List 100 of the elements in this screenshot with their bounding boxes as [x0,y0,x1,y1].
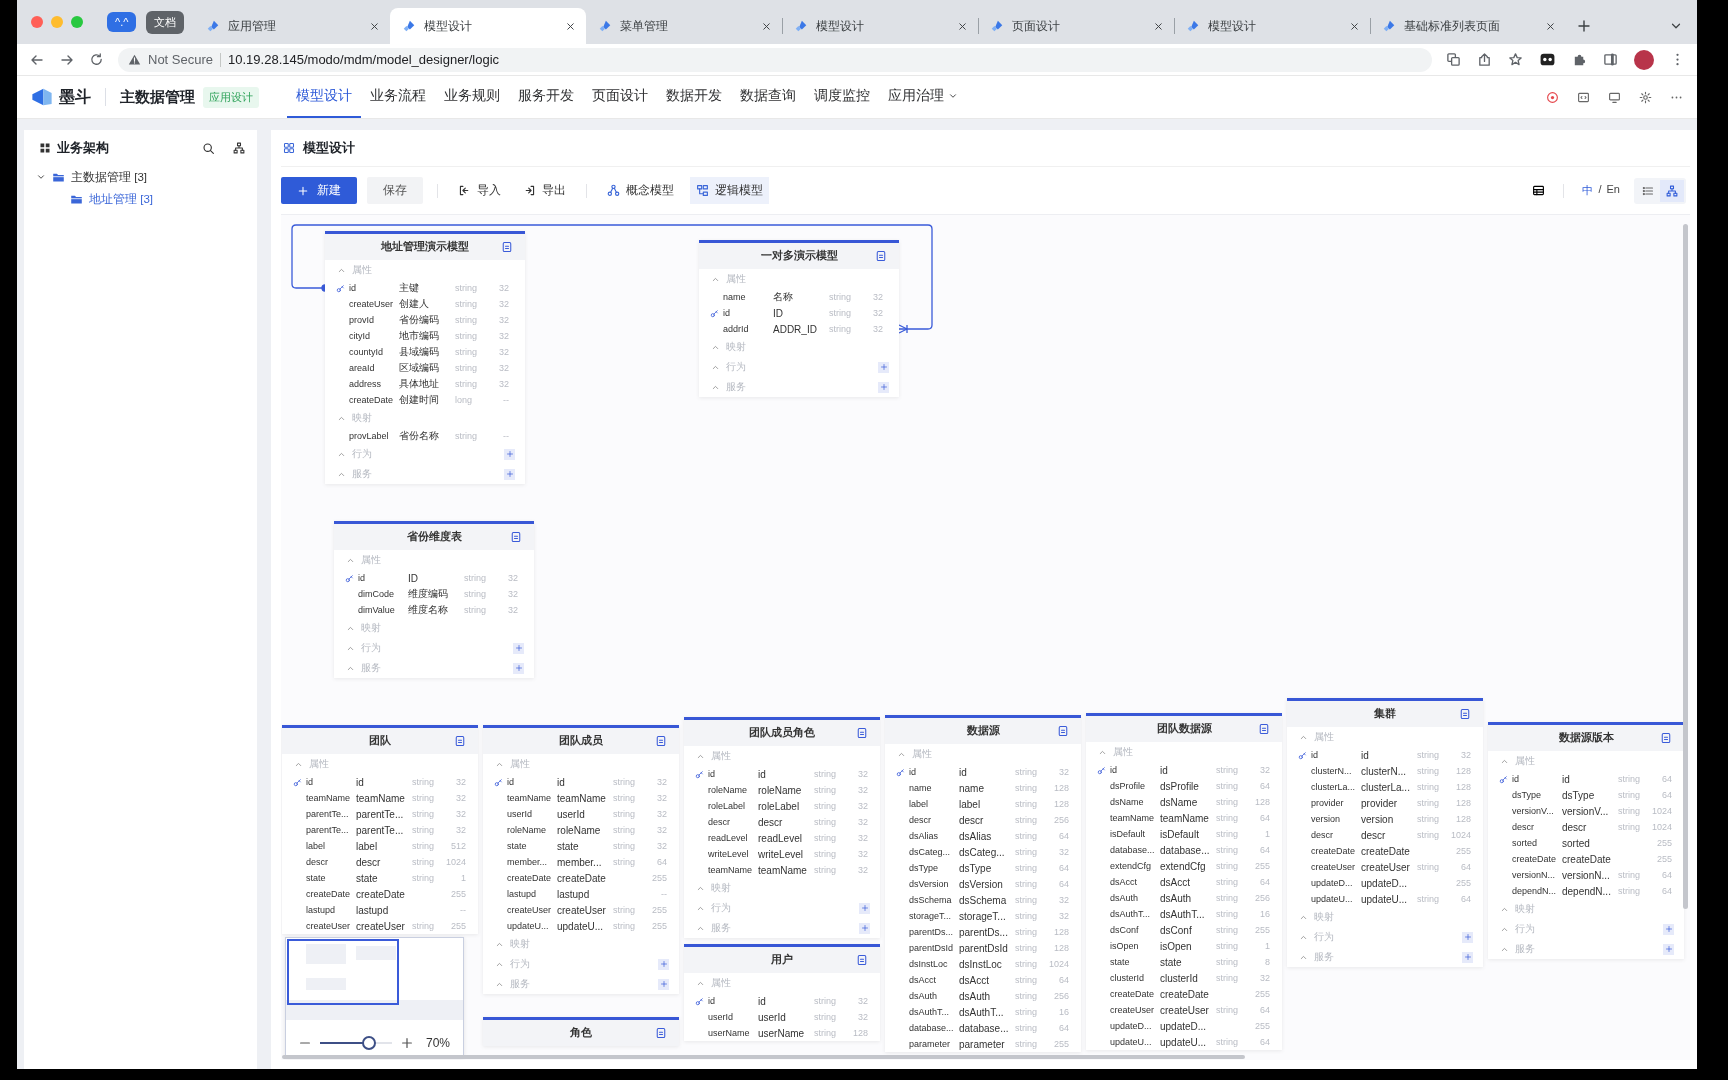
entity-card[interactable]: 省份维度表 属性 id ID string 32 dimCode 维度编码 string 32 dimValue 维度名称 string 32 映射 行为 服务 [334,521,534,678]
table-icon[interactable] [1532,184,1546,197]
nav-tab[interactable]: 服务开发 [509,76,583,118]
entity-card[interactable] [1287,698,1483,967]
browser-tab[interactable]: 应用管理 [194,8,391,44]
document-icon[interactable] [1459,708,1471,720]
document-icon[interactable] [875,250,887,262]
language-option[interactable]: 中 [1582,183,1594,198]
entity-card[interactable] [684,717,880,938]
add-button[interactable] [1462,951,1473,963]
language-option[interactable]: En [1606,183,1620,198]
reload-icon[interactable] [89,52,104,67]
translate-icon[interactable] [1446,52,1461,67]
tree-item[interactable]: 地址管理 [3] [70,188,245,210]
model-mode-tab[interactable]: 逻辑模型 [690,177,769,204]
avatar-icon[interactable] [1634,49,1654,70]
document-icon[interactable] [655,1027,667,1039]
model-mode-tab[interactable]: 概念模型 [601,177,680,204]
export-button[interactable]: 导出 [517,177,572,204]
close-icon[interactable] [1153,20,1165,32]
add-button[interactable] [1462,931,1473,943]
new-button[interactable]: 新建 [281,177,357,204]
nav-tab[interactable]: 页面设计 [583,76,657,118]
document-icon[interactable] [655,735,667,747]
view-button[interactable] [1660,179,1684,202]
settings-icon[interactable] [1639,90,1652,104]
search-icon[interactable] [202,141,215,155]
add-button[interactable] [1663,923,1674,935]
add-button[interactable] [504,468,515,480]
share-icon[interactable] [1477,52,1492,67]
browser-tab[interactable]: 模型设计 [1174,8,1371,44]
add-button[interactable] [859,902,870,914]
minimap[interactable]: 70% [285,937,464,1057]
nav-tab[interactable]: 数据开发 [657,76,731,118]
new-tab-icon[interactable] [1576,18,1593,34]
nav-tab[interactable]: 业务规则 [435,76,509,118]
document-icon[interactable] [1258,723,1270,735]
puzzle-icon[interactable] [1572,52,1587,67]
close-icon[interactable] [957,20,969,32]
entity-card[interactable]: 角色 [483,1017,679,1046]
expand-chevron-icon[interactable] [36,172,46,182]
entity-card[interactable] [282,725,478,934]
document-icon[interactable] [856,954,868,966]
document-icon[interactable] [1660,732,1672,744]
add-button[interactable] [1663,943,1674,955]
document-icon[interactable] [454,735,466,747]
code-icon[interactable] [1577,90,1590,104]
tab-group-label[interactable]: ^.^ [107,12,137,32]
zoom-in-button[interactable] [400,1036,414,1050]
entity-card[interactable] [325,231,525,484]
document-icon[interactable] [856,727,868,739]
save-button[interactable]: 保存 [367,177,423,204]
add-button[interactable] [878,381,889,393]
import-button[interactable]: 导入 [452,177,507,204]
star-icon[interactable] [1508,52,1523,67]
entity-card[interactable]: 用户 属性 id id string 32 userId userId string 32 userName userName string 128 [684,944,880,1041]
address-bar[interactable]: Not Secure 10.19.28.145/modo/mdm/model_designer/logic [118,47,1432,72]
extension-icon[interactable] [1539,51,1556,68]
add-button[interactable] [658,978,669,990]
close-icon[interactable] [1349,20,1361,32]
monitor-icon[interactable] [1608,90,1621,104]
nav-tab[interactable]: 模型设计 [287,76,361,118]
scrollbar[interactable] [1683,224,1688,909]
hierarchy-icon[interactable] [233,142,245,154]
close-icon[interactable] [1545,20,1557,32]
browser-tab[interactable]: 模型设计 [782,8,979,44]
entity-card[interactable]: 一对多演示模型 属性 name 名称 string 32 id ID string 32 addrId ADDR_ID string 32 映射 行为 服务 [699,240,899,397]
nav-tab[interactable]: 调度监控 [805,76,879,118]
add-button[interactable] [859,922,870,934]
document-icon[interactable] [1057,725,1069,737]
nav-tab[interactable]: 应用治理 [879,76,967,118]
record-icon[interactable] [1546,90,1559,104]
nav-tab[interactable]: 数据查询 [731,76,805,118]
zoom-window-button[interactable] [71,16,83,28]
scrollbar[interactable] [282,1055,1245,1059]
add-button[interactable] [658,958,669,970]
add-button[interactable] [504,448,515,460]
document-icon[interactable] [501,241,513,253]
add-button[interactable] [878,361,889,373]
entity-card[interactable] [1086,713,1282,1050]
close-window-button[interactable] [31,16,43,28]
add-button[interactable] [513,642,524,654]
browser-tab[interactable]: 菜单管理 [586,8,783,44]
browser-tab[interactable]: 模型设计 [390,8,587,44]
close-icon[interactable] [369,20,381,32]
entity-card[interactable] [483,725,679,994]
nav-tab[interactable]: 业务流程 [361,76,435,118]
document-icon[interactable] [510,531,522,543]
add-button[interactable] [513,662,524,674]
dropdown-caret-icon[interactable] [948,91,958,101]
tab-group-label[interactable]: 文档 [146,10,185,34]
browser-tab[interactable]: 页面设计 [978,8,1175,44]
close-icon[interactable] [761,20,773,32]
browser-tab[interactable]: 基础标准列表页面 [1370,8,1567,44]
slider-thumb[interactable] [361,1036,376,1050]
sidebar-icon[interactable] [1603,52,1618,67]
entity-card[interactable] [885,715,1081,1052]
close-icon[interactable] [565,20,577,32]
entity-card[interactable] [1488,722,1684,959]
tree-item[interactable]: 主数据管理 [3] [36,166,245,188]
